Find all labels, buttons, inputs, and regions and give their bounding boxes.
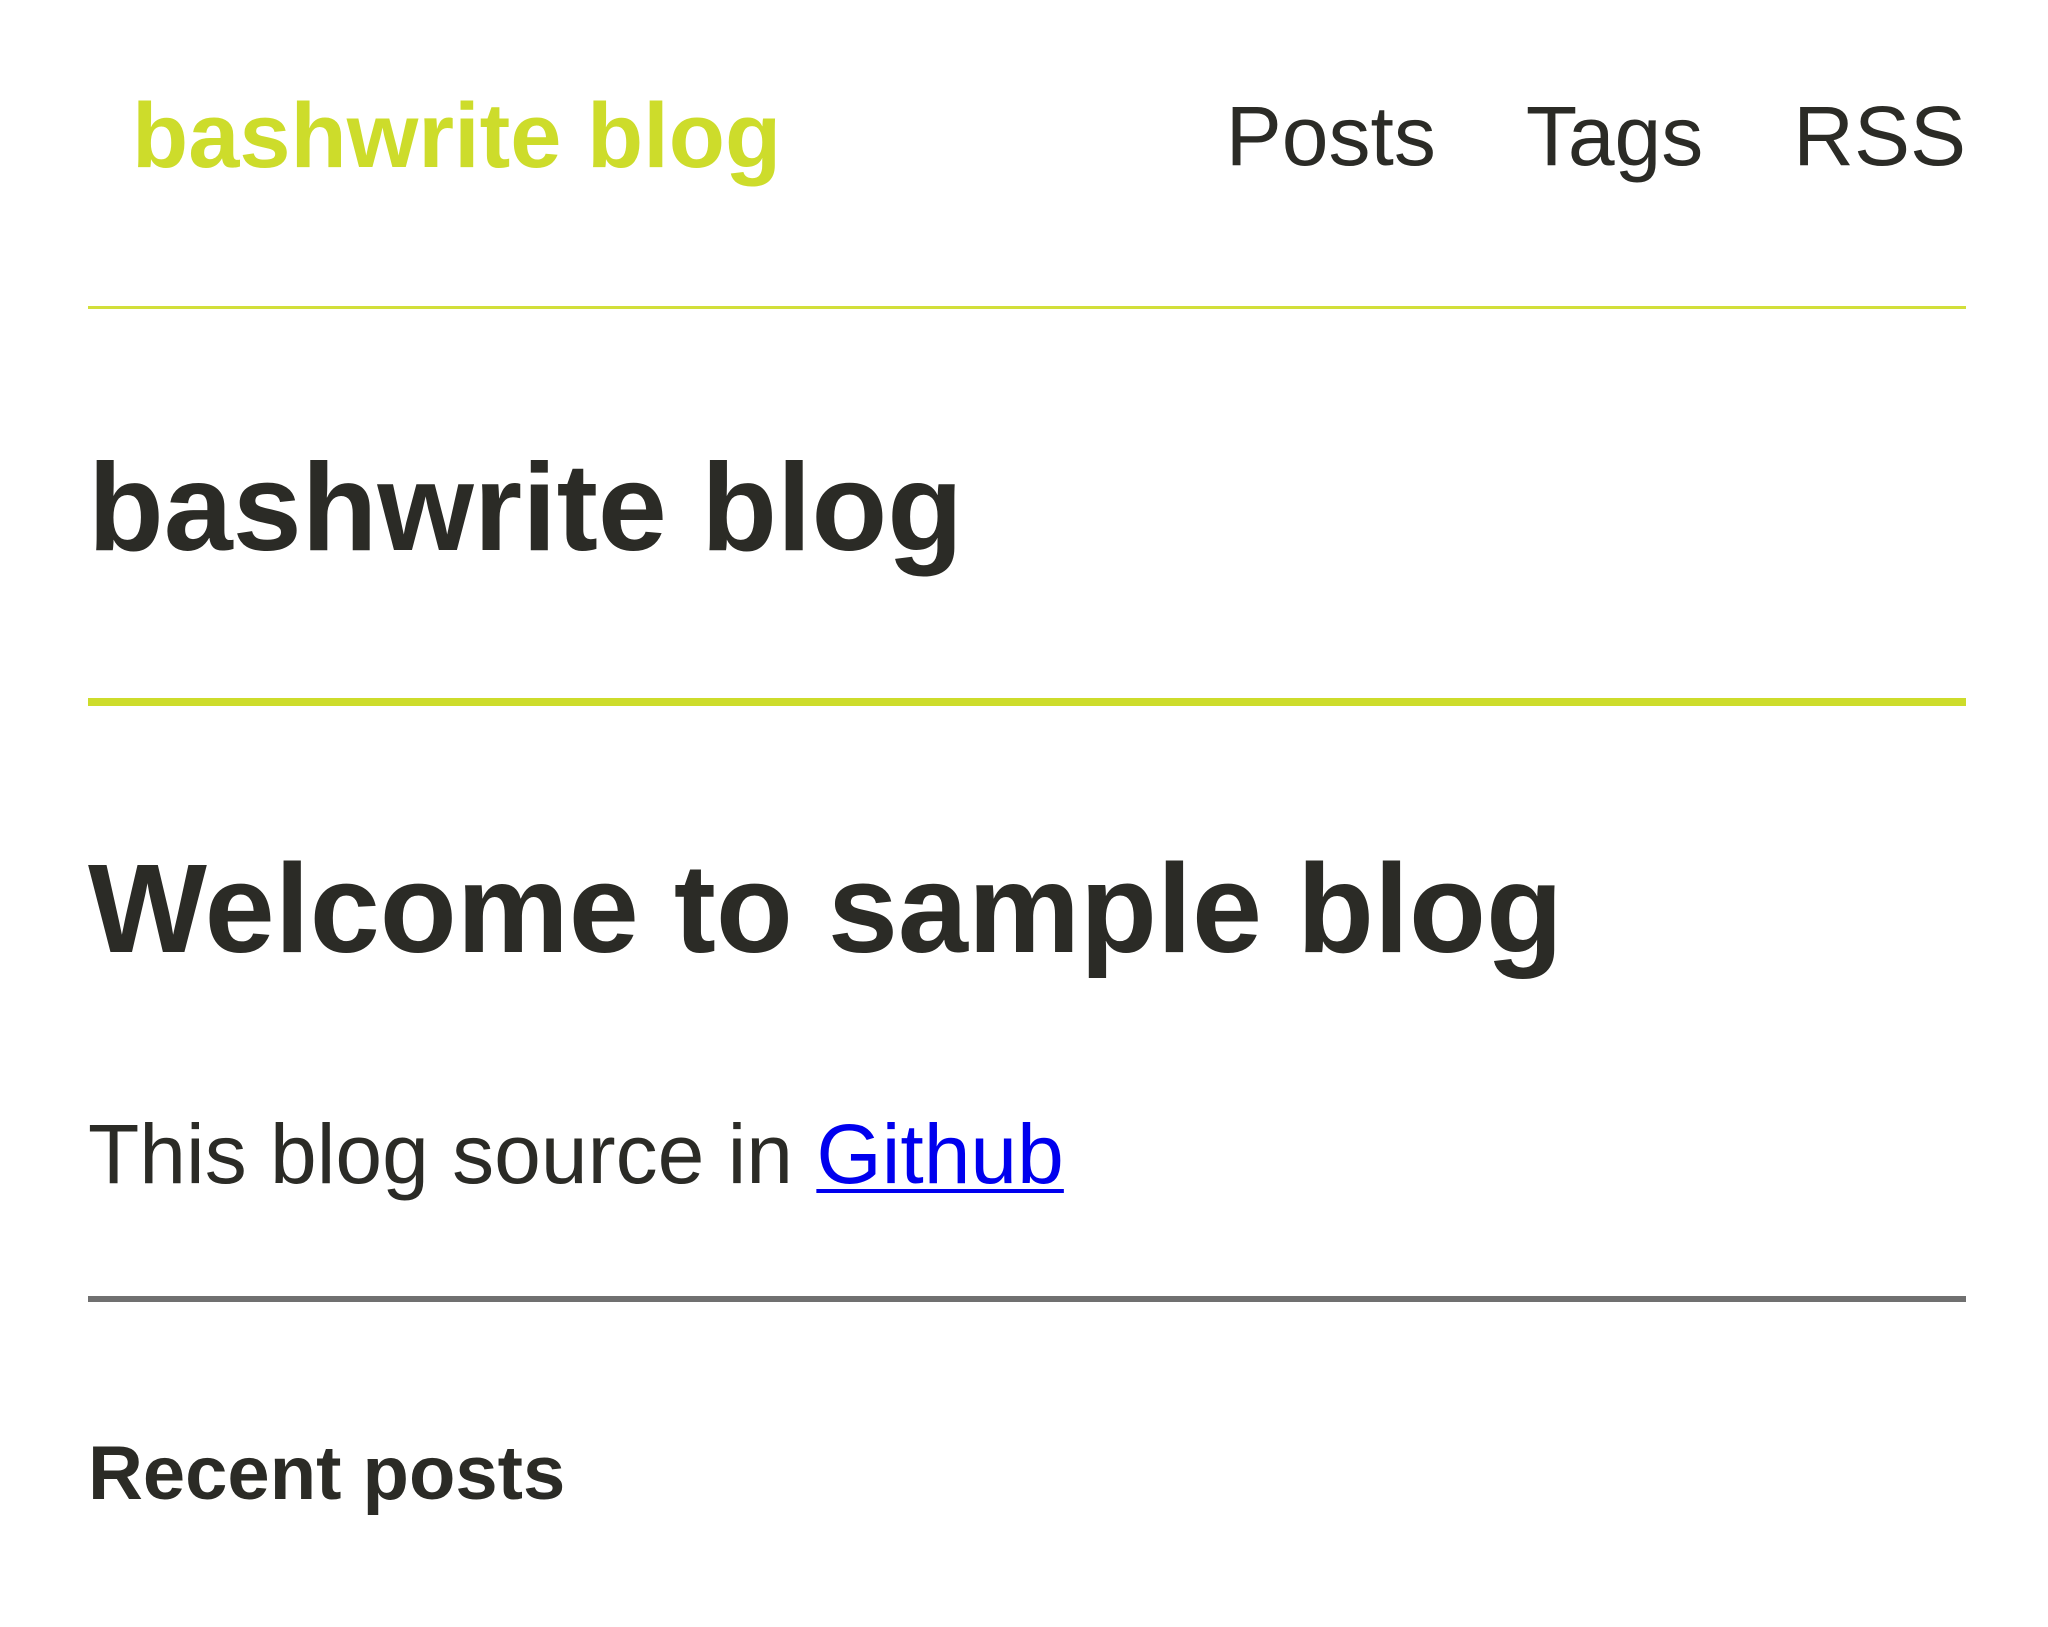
nav-tags[interactable]: Tags xyxy=(1526,94,1703,178)
welcome-heading: Welcome to sample blog xyxy=(88,838,1563,979)
brand-link[interactable]: bashwrite blog xyxy=(132,90,781,182)
source-text: This blog source in xyxy=(88,1107,817,1201)
title-divider xyxy=(88,698,1966,706)
github-link[interactable]: Github xyxy=(816,1107,1064,1201)
site-title: bashwrite blog xyxy=(88,439,963,577)
header-divider xyxy=(88,306,1966,309)
site-header: bashwrite blog Posts Tags RSS xyxy=(88,60,1966,220)
page: bashwrite blog Posts Tags RSS bashwrite … xyxy=(0,0,2048,1627)
source-paragraph: This blog source in Github xyxy=(88,1112,1064,1196)
recent-posts-heading: Recent posts xyxy=(88,1431,566,1516)
nav-rss[interactable]: RSS xyxy=(1793,94,1966,178)
nav-posts[interactable]: Posts xyxy=(1226,94,1436,178)
main-nav: Posts Tags RSS xyxy=(1226,94,1966,178)
content-divider xyxy=(88,1296,1966,1302)
